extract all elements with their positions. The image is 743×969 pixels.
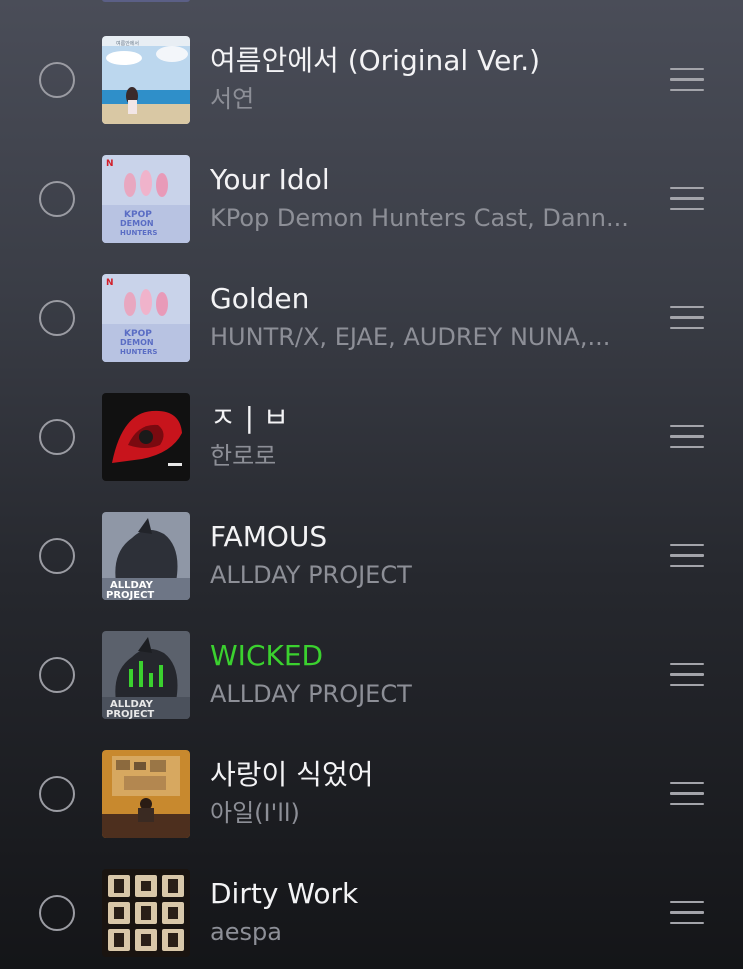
allday-project-cover-icon: ALLDAY PROJECT (102, 511, 190, 600)
drag-handle-icon[interactable] (670, 305, 704, 330)
track-artist: KPop Demon Hunters Cast, Dann... (210, 204, 629, 232)
svg-text:N: N (106, 278, 114, 288)
track-artist: 서연 (210, 85, 255, 113)
drag-handle-icon[interactable] (670, 662, 704, 687)
playlist-track-list: 여름안에서 여름안에서 (Original Ver.) 서연 N KPOP DE… (0, 0, 743, 969)
select-circle-icon[interactable] (39, 418, 75, 455)
album-cover[interactable]: ALLDAY PROJECT (102, 630, 190, 719)
select-circle-icon[interactable] (39, 894, 75, 931)
select-circle-icon[interactable] (39, 537, 75, 574)
track-row[interactable]: Dirty Work aespa (0, 853, 743, 969)
track-row[interactable]: N KPOP DEMON HUNTERS Golden HUNTR/X, EJA… (0, 258, 743, 377)
album-cover[interactable]: ALLDAY PROJECT (102, 511, 190, 600)
album-cover[interactable]: N KPOP DEMON HUNTERS (102, 154, 190, 243)
select-circle-icon[interactable] (39, 61, 75, 98)
track-title: FAMOUS (210, 520, 328, 553)
svg-text:DEMON: DEMON (120, 338, 154, 347)
drag-handle-icon[interactable] (670, 186, 704, 211)
track-title: Your Idol (210, 163, 330, 196)
drag-handle-icon[interactable] (670, 424, 704, 449)
track-row-playing[interactable]: ALLDAY PROJECT WICKED ALLDAY PROJECT (0, 615, 743, 734)
track-row[interactable]: ALLDAY PROJECT FAMOUS ALLDAY PROJECT (0, 496, 743, 615)
track-title: 여름안에서 (Original Ver.) (210, 44, 541, 77)
track-title: Golden (210, 282, 310, 315)
track-title-playing: WICKED (210, 639, 324, 672)
select-circle-icon[interactable] (39, 775, 75, 812)
track-title: 사랑이 식었어 (210, 758, 374, 791)
red-abstract-cover-icon (102, 392, 190, 481)
track-artist: 아일(I'll) (210, 799, 300, 827)
track-artist: 한로로 (210, 442, 277, 470)
drag-handle-icon[interactable] (670, 781, 704, 806)
svg-text:N: N (106, 159, 114, 169)
svg-text:DEMON: DEMON (120, 219, 154, 228)
track-row[interactable]: N KPOP DEMON HUNTERS Your Idol KPop Demo… (0, 139, 743, 258)
drag-handle-icon[interactable] (670, 900, 704, 925)
svg-text:PROJECT: PROJECT (106, 709, 154, 719)
track-title: ㅈ | ㅂ (210, 401, 289, 434)
svg-text:HUNTERS: HUNTERS (120, 348, 157, 356)
track-row[interactable]: 여름안에서 여름안에서 (Original Ver.) 서연 (0, 20, 743, 139)
album-cover[interactable] (102, 749, 190, 838)
select-circle-icon[interactable] (39, 180, 75, 217)
aespa-dirty-work-cover-icon (102, 868, 190, 957)
kpop-demon-hunters-cover-icon: N KPOP DEMON HUNTERS (102, 154, 190, 243)
svg-text:HUNTERS: HUNTERS (120, 229, 157, 237)
kpop-demon-hunters-cover-icon: N KPOP DEMON HUNTERS (102, 273, 190, 362)
drag-handle-icon[interactable] (670, 543, 704, 568)
album-cover[interactable] (102, 868, 190, 957)
summer-beach-cover-icon: 여름안에서 (102, 35, 190, 124)
select-circle-icon[interactable] (39, 299, 75, 336)
track-row[interactable]: ㅈ | ㅂ 한로로 (0, 377, 743, 496)
album-cover[interactable]: N KPOP DEMON HUNTERS (102, 273, 190, 362)
drag-handle-icon[interactable] (670, 67, 704, 92)
select-circle-icon[interactable] (39, 656, 75, 693)
track-artist: HUNTR/X, EJAE, AUDREY NUNA,... (210, 323, 611, 351)
album-cover[interactable] (102, 392, 190, 481)
svg-text:PROJECT: PROJECT (106, 590, 154, 600)
album-cover[interactable]: 여름안에서 (102, 35, 190, 124)
room-photo-cover-icon (102, 749, 190, 838)
track-artist: ALLDAY PROJECT (210, 680, 412, 708)
track-artist: aespa (210, 918, 282, 946)
svg-text:여름안에서: 여름안에서 (116, 40, 139, 47)
track-title: Dirty Work (210, 877, 359, 910)
track-row[interactable]: 사랑이 식었어 아일(I'll) (0, 734, 743, 853)
track-artist: ALLDAY PROJECT (210, 561, 412, 589)
allday-project-wicked-cover-icon: ALLDAY PROJECT (102, 630, 190, 719)
